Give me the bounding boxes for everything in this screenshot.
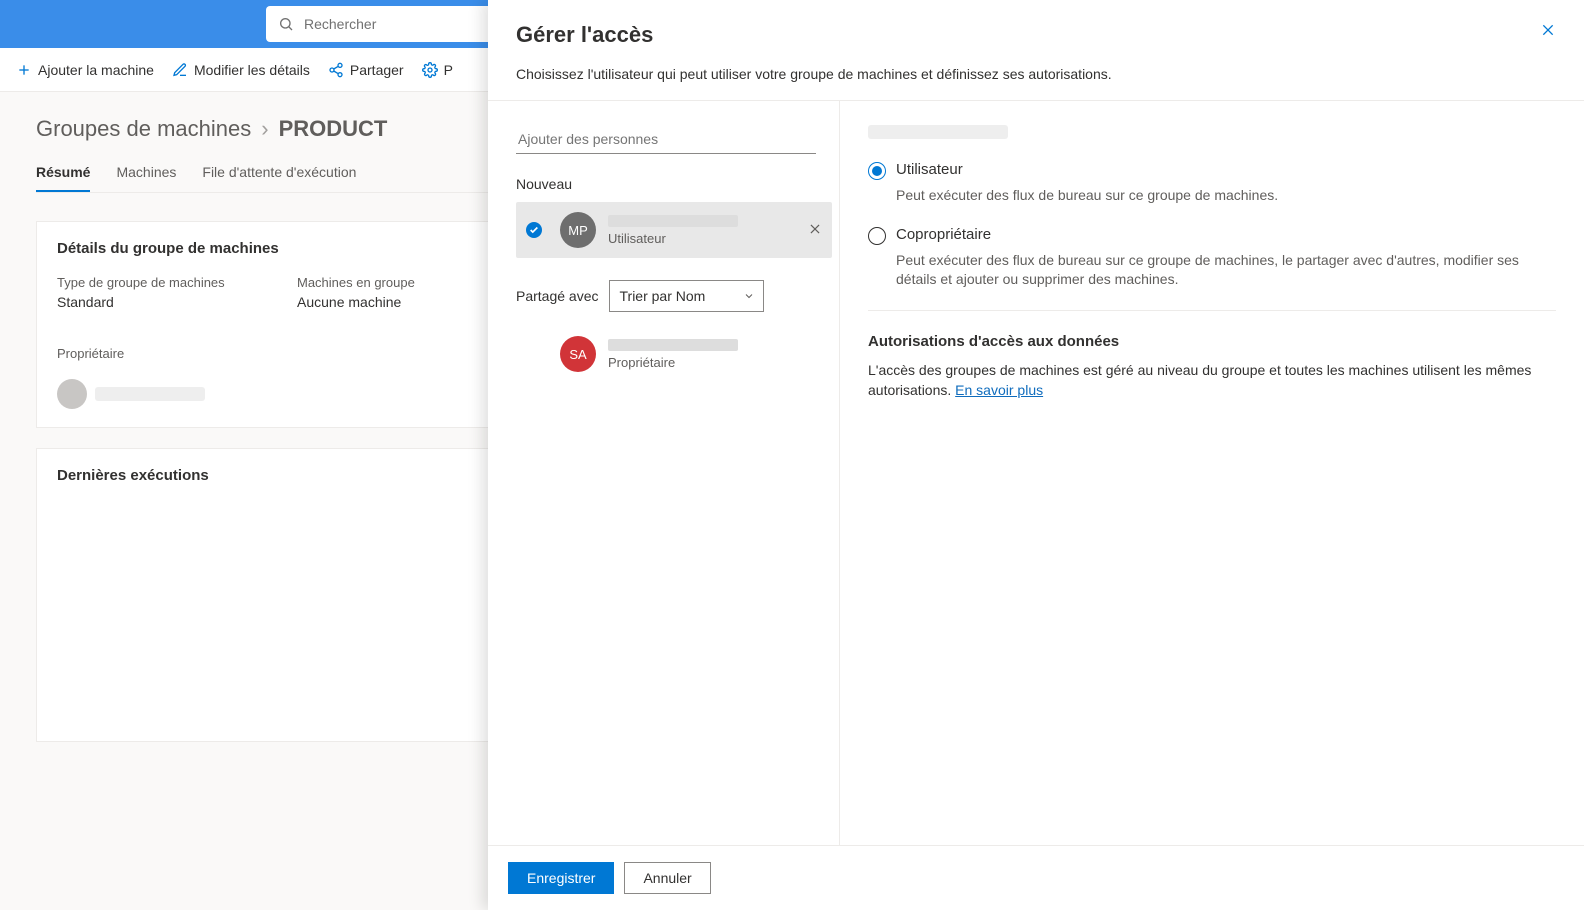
person-name-blurred xyxy=(608,339,738,351)
role-user-label: Utilisateur xyxy=(896,161,963,178)
share-button[interactable]: Partager xyxy=(328,62,404,78)
manage-access-panel: Gérer l'accès Choisissez l'utilisateur q… xyxy=(488,0,1584,910)
selected-person-name-blurred xyxy=(868,125,1008,139)
share-label: Partager xyxy=(350,62,404,78)
role-coowner-label: Copropriétaire xyxy=(896,226,991,243)
modify-details-button[interactable]: Modifier les détails xyxy=(172,62,310,78)
owner-name-blurred xyxy=(95,387,205,401)
new-person-row[interactable]: MP Utilisateur xyxy=(516,202,832,258)
type-value: Standard xyxy=(57,294,227,310)
pencil-icon xyxy=(172,62,188,78)
modify-details-label: Modifier les détails xyxy=(194,62,310,78)
panel-subtitle: Choisissez l'utilisateur qui peut utilis… xyxy=(488,66,1584,100)
cancel-button[interactable]: Annuler xyxy=(624,862,710,894)
panel-right: Utilisateur Peut exécuter des flux de bu… xyxy=(840,101,1584,845)
learn-more-link[interactable]: En savoir plus xyxy=(955,382,1043,398)
search-placeholder: Rechercher xyxy=(304,16,376,32)
tab-machines[interactable]: Machines xyxy=(116,164,176,192)
type-label: Type de groupe de machines xyxy=(57,275,227,290)
person-name-blurred xyxy=(608,215,738,227)
role-coowner-desc: Peut exécuter des flux de bureau sur ce … xyxy=(896,251,1556,290)
tab-summary[interactable]: Résumé xyxy=(36,164,90,192)
new-label: Nouveau xyxy=(516,176,829,192)
plus-icon xyxy=(16,62,32,78)
panel-left: Nouveau MP Utilisateur Partagé avec Trie… xyxy=(488,101,840,845)
person-role: Propriétaire xyxy=(608,355,738,370)
add-people-input[interactable] xyxy=(516,125,816,154)
shared-with-label: Partagé avec xyxy=(516,288,599,304)
machines-label: Machines en groupe xyxy=(297,275,467,290)
share-icon xyxy=(328,62,344,78)
avatar xyxy=(57,379,87,409)
check-icon xyxy=(526,222,542,238)
avatar: MP xyxy=(560,212,596,248)
close-icon xyxy=(1540,22,1556,38)
data-perm-title: Autorisations d'accès aux données xyxy=(868,333,1556,350)
search-icon xyxy=(278,16,294,32)
data-perm-text: L'accès des groupes de machines est géré… xyxy=(868,360,1556,401)
chevron-right-icon: › xyxy=(261,116,268,142)
breadcrumb-root[interactable]: Groupes de machines xyxy=(36,116,251,142)
chevron-down-icon xyxy=(743,290,755,302)
panel-footer: Enregistrer Annuler xyxy=(488,845,1584,910)
add-machine-button[interactable]: Ajouter la machine xyxy=(16,62,154,78)
more-label: P xyxy=(444,62,453,78)
sort-select-value: Trier par Nom xyxy=(620,288,706,304)
save-button[interactable]: Enregistrer xyxy=(508,862,614,894)
sort-select[interactable]: Trier par Nom xyxy=(609,280,764,312)
gear-icon xyxy=(422,62,438,78)
remove-person-button[interactable] xyxy=(808,222,822,239)
close-button[interactable] xyxy=(1540,22,1556,43)
add-machine-label: Ajouter la machine xyxy=(38,62,154,78)
person-role: Utilisateur xyxy=(608,231,738,246)
tab-queue[interactable]: File d'attente d'exécution xyxy=(202,164,356,192)
role-user-radio[interactable] xyxy=(868,162,886,180)
close-icon xyxy=(808,222,822,236)
machines-value: Aucune machine xyxy=(297,294,467,310)
more-button[interactable]: P xyxy=(422,62,453,78)
role-user-desc: Peut exécuter des flux de bureau sur ce … xyxy=(896,186,1556,206)
avatar: SA xyxy=(560,336,596,372)
breadcrumb-leaf: PRODUCT xyxy=(279,116,388,142)
panel-title: Gérer l'accès xyxy=(516,22,653,48)
owner-person-row[interactable]: SA Propriétaire xyxy=(516,326,832,382)
role-coowner-radio[interactable] xyxy=(868,227,886,245)
